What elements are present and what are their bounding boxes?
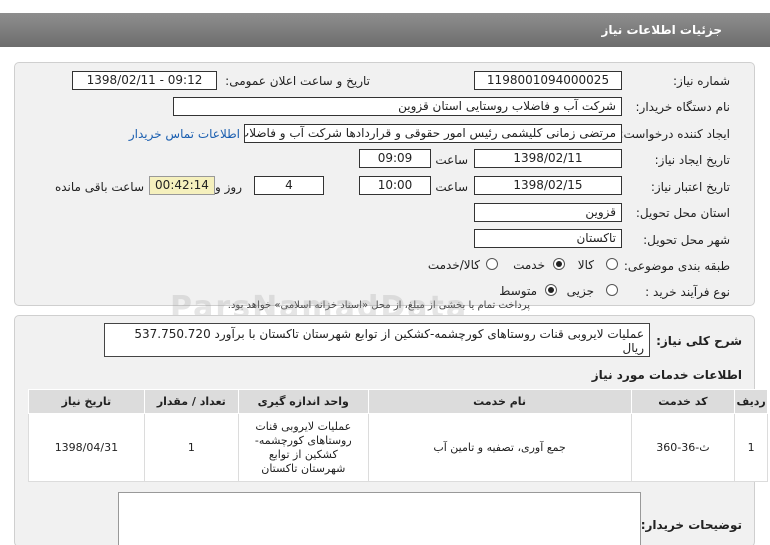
validity-date-label: تاریخ اعتبار نیاز: [650,180,730,194]
category-option-goods: کالا [577,258,594,272]
page-header: جزئیات اطلاعات نیاز [0,13,770,47]
col-need-date: تاریخ نیاز [28,389,145,414]
cell-service-name: جمع آوری، تصفیه و تامین آب [367,413,632,482]
category-radio-goods[interactable] [606,258,618,270]
creator-label: ایجاد کننده درخواست: [619,127,730,141]
category-radio-service[interactable] [553,258,565,270]
category-label: طبقه بندی موضوعی: [623,259,730,273]
col-quantity: تعداد / مقدار [143,389,239,414]
cell-unit: عملیات لایروبی قنات روستاهای کورچشمه-کشک… [237,413,369,482]
created-date-label: تاریخ ایجاد نیاز: [654,153,730,167]
validity-date-field: 1398/02/15 [474,176,622,195]
buyer-notes-label: توضیحات خریدار: [640,518,742,532]
days-field: 4 [254,176,324,195]
process-radio-medium[interactable] [545,284,557,296]
created-time-label: ساعت [435,153,468,167]
col-row: ردیف [734,389,768,414]
summary-text-box: عملیات لایروبی قنات روستاهای کورچشمه-کشک… [104,323,650,357]
services-table: ردیف کد خدمت نام خدمت واحد اندازه گیری ت… [28,389,768,482]
city-field: تاکستان [474,229,622,248]
process-radio-minor[interactable] [606,284,618,296]
col-service-code: کد خدمت [630,389,736,414]
buyer-org-label: نام دستگاه خریدار: [635,100,731,114]
services-header-row: ردیف کد خدمت نام خدمت واحد اندازه گیری ت… [28,389,768,414]
cell-row: 1 [734,413,768,482]
buyer-notes-box [118,492,641,545]
validity-time-field: 10:00 [359,176,431,195]
cell-need-date: 1398/04/31 [28,413,145,482]
table-row: 1 ث-36-360 جمع آوری، تصفیه و تامین آب عم… [28,413,768,482]
province-label: استان محل تحویل: [635,206,730,220]
summary-text: عملیات لایروبی قنات روستاهای کورچشمه-کشک… [134,327,644,355]
col-service-name: نام خدمت [367,389,632,414]
category-option-service: خدمت [513,258,545,272]
process-label: نوع فرآیند خرید : [645,285,730,299]
process-option-minor: جزیی [566,284,594,298]
page-title: جزئیات اطلاعات نیاز [601,23,722,37]
days-label: روز و [215,180,242,194]
category-radio-goods-service[interactable] [486,258,498,270]
process-option-medium: متوسط [499,284,537,298]
services-title: اطلاعات خدمات مورد نیاز [591,368,742,382]
city-label: شهر محل تحویل: [643,233,730,247]
summary-label: شرح کلی نیاز: [656,334,742,348]
remaining-time-field: 00:42:14 [149,176,215,195]
announce-field: 1398/02/11 - 09:12 [72,71,217,90]
category-option-goods-service: کالا/خدمت [427,258,480,272]
buyer-org-field: شرکت آب و فاضلاب روستایی استان قزوین [173,97,622,116]
cell-quantity: 1 [143,413,239,482]
col-unit: واحد اندازه گیری [237,389,369,414]
buyer-contact-link[interactable]: اطلاعات تماس خریدار [129,127,240,141]
need-number-label: شماره نیاز: [673,74,730,88]
validity-time-label: ساعت [435,180,468,194]
remaining-label: ساعت باقی مانده [54,180,144,194]
announce-label: تاریخ و ساعت اعلان عمومی: [225,74,370,88]
created-date-field: 1398/02/11 [474,149,622,168]
province-field: قزوین [474,203,622,222]
created-time-field: 09:09 [359,149,431,168]
cell-service-code: ث-36-360 [630,413,736,482]
creator-field: مرتضی زمانی کلیشمی رئیس امور حقوقی و قرا… [244,124,622,143]
need-number-field: 1198001094000025 [474,71,622,90]
